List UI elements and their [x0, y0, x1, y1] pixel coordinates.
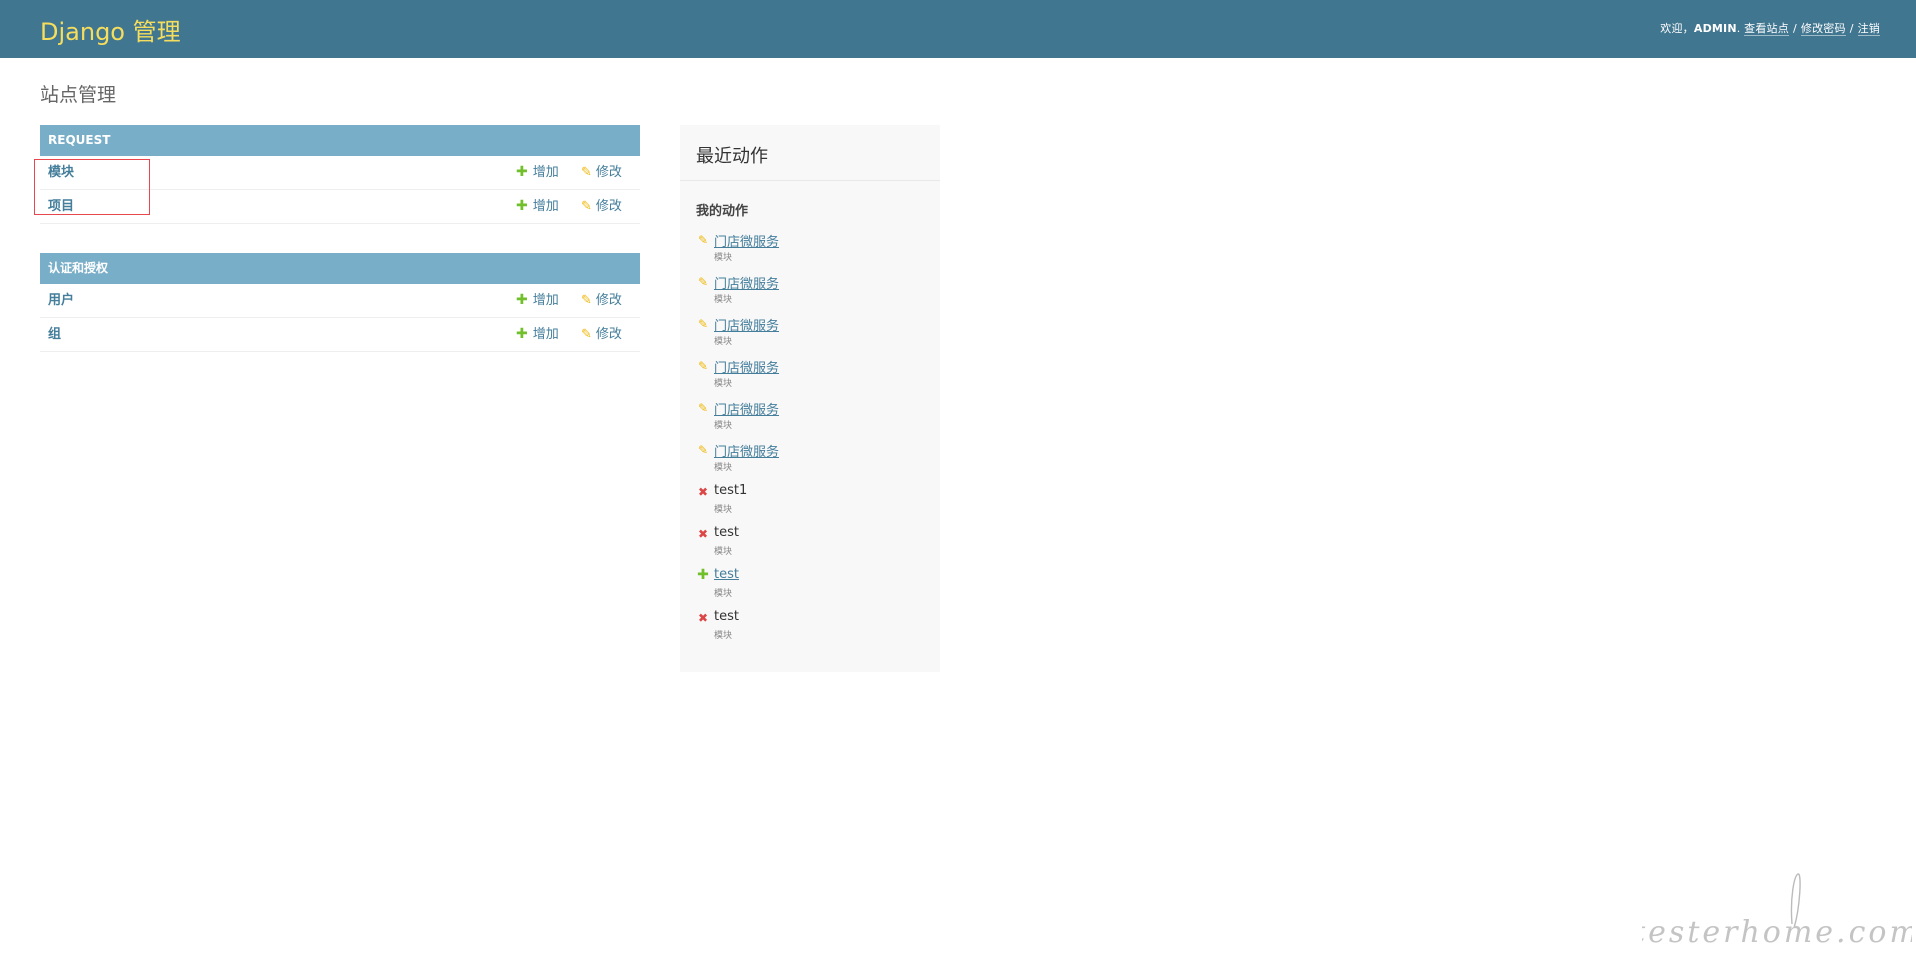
plus-icon: ✚	[516, 326, 528, 342]
action-object-type: 模块	[714, 253, 733, 263]
plus-icon: ✚	[516, 292, 528, 308]
action-object-name[interactable]: 门店微服务	[714, 399, 779, 418]
delete-icon: ✖	[697, 527, 709, 541]
action-object-name[interactable]: 门店微服务	[714, 357, 779, 376]
action-object-name: test	[714, 525, 739, 540]
pencil-icon: ✎	[697, 317, 709, 331]
action-object-name[interactable]: 门店微服务	[714, 231, 779, 250]
action-object-type: 模块	[714, 589, 733, 599]
change-label: 修改	[595, 165, 622, 180]
recent-actions-title: 最近动作	[696, 146, 768, 167]
user-tools: 欢迎，ADMIN. 查看站点 / 修改密码 / 注销	[1660, 20, 1880, 36]
pencil-icon: ✎	[697, 443, 709, 457]
action-object-name: test1	[714, 483, 748, 498]
watermark-text: testerhome.com	[1642, 915, 1912, 950]
pencil-icon: ✎	[697, 233, 709, 247]
action-list: ✎ 门店微服务 模块 ✎ 门店微服务 模块 ✎ 门店微服务 模块 ✎ 门店微服务 模块 ✎ 门店微服务 模块…	[696, 231, 926, 651]
module-caption[interactable]: REQUEST	[40, 125, 640, 156]
change-link[interactable]: ✎ 修改	[581, 284, 622, 317]
add-label: 增加	[532, 199, 559, 214]
action-object-name[interactable]: 门店微服务	[714, 441, 779, 460]
action-object-name: test	[714, 609, 739, 624]
change-label: 修改	[595, 293, 622, 308]
action-object-name[interactable]: 门店微服务	[714, 273, 779, 292]
plus-icon: ✚	[516, 198, 528, 214]
highlight-box	[34, 159, 150, 215]
pencil-icon: ✎	[581, 165, 592, 180]
action-object-type: 模块	[714, 631, 733, 641]
add-link[interactable]: ✚ 增加	[516, 190, 559, 223]
separator: /	[1849, 22, 1854, 35]
welcome-text: 欢迎，	[1660, 22, 1694, 35]
add-label: 增加	[532, 165, 559, 180]
list-item: ✖ test 模块	[696, 609, 926, 651]
action-object-name[interactable]: 门店微服务	[714, 315, 779, 334]
pencil-icon: ✎	[697, 401, 709, 415]
action-object-type: 模块	[714, 505, 733, 515]
list-item: ✎ 门店微服务模块	[696, 399, 926, 441]
list-item: ✎ 门店微服务模块	[696, 273, 926, 315]
action-object-type: 模块	[714, 463, 733, 473]
module-caption[interactable]: 认证和授权	[40, 253, 640, 284]
watermark: testerhome.com	[1642, 873, 1912, 950]
action-object-type: 模块	[714, 337, 733, 347]
pencil-icon: ✎	[697, 275, 709, 289]
username: ADMIN	[1693, 22, 1737, 35]
list-item: ✖ test 模块	[696, 525, 926, 567]
pencil-icon: ✎	[581, 293, 592, 308]
list-item: ✎ 门店微服务模块	[696, 357, 926, 399]
divider	[680, 180, 940, 181]
add-link[interactable]: ✚ 增加	[516, 156, 559, 189]
action-object-type: 模块	[714, 295, 733, 305]
action-object-name[interactable]: test	[714, 567, 739, 582]
pencil-icon: ✎	[697, 359, 709, 373]
delete-icon: ✖	[697, 485, 709, 499]
pencil-icon: ✎	[581, 199, 592, 214]
list-item: ✖ test1 模块	[696, 483, 926, 525]
change-link[interactable]: ✎ 修改	[581, 190, 622, 223]
change-link[interactable]: ✎ 修改	[581, 156, 622, 189]
change-password-link[interactable]: 修改密码	[1800, 22, 1846, 36]
change-label: 修改	[595, 199, 622, 214]
add-link[interactable]: ✚ 增加	[516, 284, 559, 317]
app-module-auth: 认证和授权 用户 ✚ 增加 ✎ 修改 组 ✚ 增加 ✎ 修改	[40, 253, 640, 352]
add-link[interactable]: ✚ 增加	[516, 318, 559, 351]
add-label: 增加	[532, 327, 559, 342]
list-item: ✎ 门店微服务模块	[696, 441, 926, 483]
action-object-type: 模块	[714, 547, 733, 557]
header-bar: Django 管理 欢迎，ADMIN. 查看站点 / 修改密码 / 注销	[0, 0, 1916, 58]
model-link[interactable]: 用户	[48, 284, 74, 317]
separator: /	[1792, 22, 1797, 35]
recent-actions-panel: 最近动作 我的动作 ✎ 门店微服务 模块 ✎ 门店微服务 模块 ✎ 门店微服务 模块 ✎ 门店微服务…	[680, 125, 940, 672]
page-title: 站点管理	[40, 84, 117, 106]
welcome-period: .	[1736, 22, 1741, 35]
plus-icon: ✚	[516, 164, 528, 180]
my-actions-title: 我的动作	[696, 204, 749, 219]
table-row: 用户 ✚ 增加 ✎ 修改	[40, 284, 640, 318]
site-brand[interactable]: Django 管理	[40, 12, 181, 47]
table-row: 组 ✚ 增加 ✎ 修改	[40, 318, 640, 352]
list-item: ✚ test 模块	[696, 567, 926, 609]
logout-link[interactable]: 注销	[1857, 22, 1880, 36]
model-link[interactable]: 组	[48, 318, 61, 351]
plus-icon: ✚	[697, 567, 709, 583]
add-label: 增加	[532, 293, 559, 308]
action-object-type: 模块	[714, 379, 733, 389]
delete-icon: ✖	[697, 611, 709, 625]
list-item: ✎ 门店微服务模块	[696, 231, 926, 273]
action-object-type: 模块	[714, 421, 733, 431]
pencil-icon: ✎	[581, 327, 592, 342]
change-label: 修改	[595, 327, 622, 342]
change-link[interactable]: ✎ 修改	[581, 318, 622, 351]
view-site-link[interactable]: 查看站点	[1744, 22, 1789, 36]
list-item: ✎ 门店微服务模块	[696, 315, 926, 357]
